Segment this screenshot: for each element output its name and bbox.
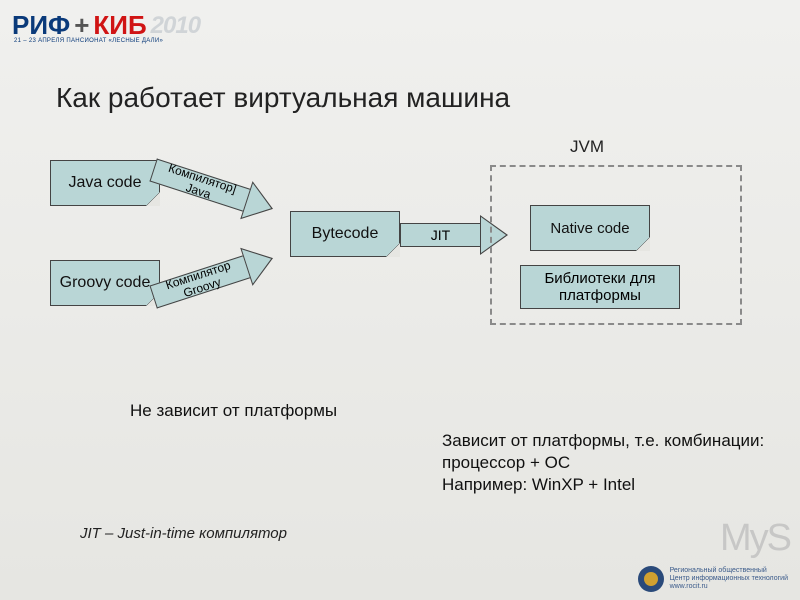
vm-diagram: Java code Groovy code Компилятор] Java К… xyxy=(40,145,760,405)
rocit-icon xyxy=(638,566,664,592)
compiler-groovy-label: Компилятор Groovy xyxy=(149,255,250,308)
footer-org-logo: Региональный общественный Центр информац… xyxy=(638,566,788,592)
groovy-code-box: Groovy code xyxy=(50,260,160,306)
watermark: MyS xyxy=(720,517,790,560)
bytecode-box: Bytecode xyxy=(290,211,400,257)
logo-plus-icon: + xyxy=(74,10,89,41)
arrow-java-compiler: Компилятор] Java xyxy=(147,151,283,229)
note-dependent: Зависит от платформы, т.е. комбинации: п… xyxy=(442,430,800,496)
platform-libs-box: Библиотеки для платформы xyxy=(520,265,680,309)
java-code-box: Java code xyxy=(50,160,160,206)
compiler-java-label: Компилятор] Java xyxy=(149,159,250,212)
logo-subtitle: 21 – 23 АПРЕЛЯ ПАНСИОНАТ «ЛЕСНЫЕ ДАЛИ» xyxy=(14,38,163,44)
jvm-label: JVM xyxy=(570,137,604,157)
logo-text-kib: КИБ xyxy=(93,10,146,41)
slide-title: Как работает виртуальная машина xyxy=(56,82,510,114)
footer-org-text: Региональный общественный Центр информац… xyxy=(670,567,788,590)
note-independent: Не зависит от платформы xyxy=(130,400,337,422)
jit-label: JIT xyxy=(400,223,480,247)
jit-footnote: JIT – Just-in-time компилятор xyxy=(80,525,287,542)
event-logo: РИФ + КИБ 2010 xyxy=(12,10,200,41)
arrow-groovy-compiler: Компилятор Groovy xyxy=(147,238,283,316)
logo-year: 2010 xyxy=(151,12,200,40)
logo-text-rif: РИФ xyxy=(12,10,70,41)
native-code-box: Native code xyxy=(530,205,650,251)
